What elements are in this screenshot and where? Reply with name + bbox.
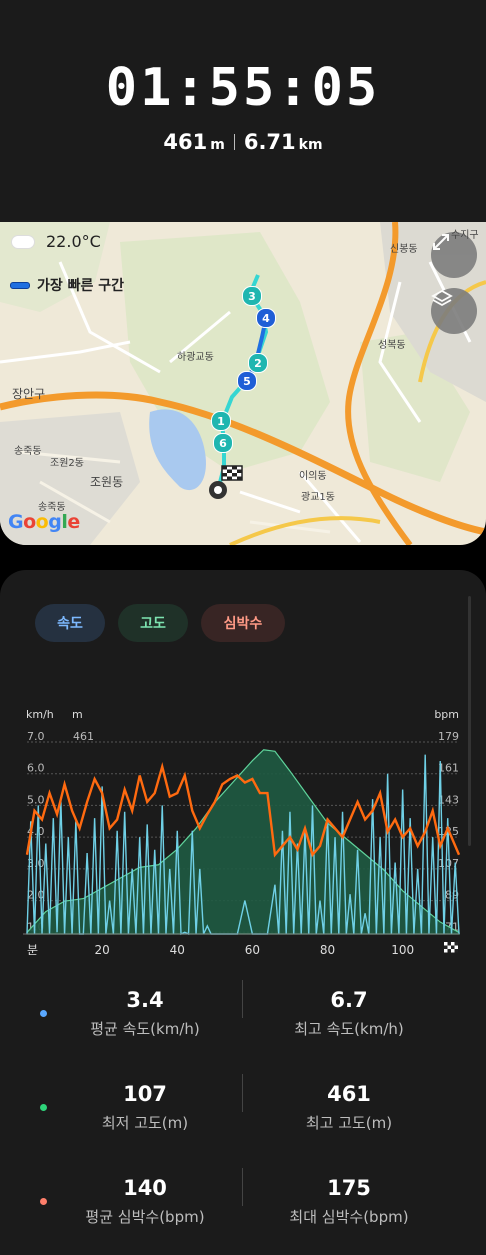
duration-display: 01:55:05 bbox=[105, 58, 381, 118]
map-layers-button[interactable] bbox=[431, 288, 477, 334]
route-marker-1[interactable]: 1 bbox=[211, 411, 231, 431]
x-tick-label: 100 bbox=[391, 943, 414, 957]
google-logo: Google bbox=[8, 511, 80, 533]
map-label: 신봉동 bbox=[390, 244, 418, 255]
divider bbox=[233, 134, 235, 150]
route-marker-4[interactable]: 4 bbox=[256, 308, 276, 328]
left-units-label: km/h bbox=[26, 708, 54, 721]
checkered-flag-icon bbox=[444, 942, 458, 953]
map-label: 이의동 bbox=[299, 471, 327, 482]
stat-value: 175 bbox=[327, 1176, 371, 1200]
map-label: 송죽동 bbox=[14, 446, 42, 457]
x-axis-title: 분 bbox=[27, 943, 38, 957]
stat-value: 461 bbox=[327, 1082, 371, 1106]
distance-unit: km bbox=[298, 137, 323, 153]
route-marker-2[interactable]: 2 bbox=[248, 353, 268, 373]
route-marker-5[interactable]: 5 bbox=[237, 371, 257, 391]
fastest-segment-legend: 가장 빠른 구간 bbox=[10, 275, 124, 295]
route-line-icon bbox=[10, 281, 30, 289]
map-label: 수지구 bbox=[451, 230, 479, 241]
right-units-label: bpm bbox=[434, 708, 459, 721]
elevation-axis-label: 461 bbox=[73, 730, 94, 743]
cloud-icon bbox=[12, 235, 34, 248]
stat-item: 6.7 최고 속도(km/h) bbox=[229, 988, 469, 1039]
series-dot bbox=[40, 1010, 47, 1017]
weather-info: 22.0°C bbox=[12, 232, 101, 251]
x-tick-label: 20 bbox=[94, 943, 109, 957]
temperature: 22.0°C bbox=[46, 232, 101, 251]
workout-chart[interactable]: km/h m bpm7.0 1796.0 1615.0 1434.0 1253.0 1072.… bbox=[0, 705, 486, 965]
speed-axis-label: 7.0 bbox=[27, 730, 45, 743]
speed-axis-label: 6.0 bbox=[27, 762, 45, 775]
distance-value: 6.71 bbox=[243, 130, 296, 154]
tab-heart-rate[interactable]: 심박수 bbox=[201, 604, 285, 642]
tab-elevation[interactable]: 고도 bbox=[118, 604, 188, 642]
workout-summary-card: 01:55:05 461 m 6.71 km 22.0°C 가장 빠른 구간 신… bbox=[0, 0, 486, 545]
x-tick-label: 60 bbox=[245, 943, 260, 957]
map-label: 광교1동 bbox=[301, 492, 335, 503]
tab-speed[interactable]: 속도 bbox=[35, 604, 105, 642]
stat-item: 175 최대 심박수(bpm) bbox=[229, 1176, 469, 1227]
route-marker-3[interactable]: 3 bbox=[242, 286, 262, 306]
x-tick-label: 80 bbox=[320, 943, 335, 957]
elevation-value: 461 bbox=[163, 130, 208, 154]
speed-axis-label: 5.0 bbox=[27, 793, 45, 806]
map-label: 성복동 bbox=[378, 340, 406, 351]
x-tick-label: 40 bbox=[170, 943, 185, 957]
stat-item: 461 최고 고도(m) bbox=[229, 1082, 469, 1133]
map-label: 조원2동 bbox=[50, 458, 84, 469]
legend-label: 가장 빠른 구간 bbox=[37, 278, 125, 294]
route-map[interactable]: 22.0°C 가장 빠른 구간 신봉동 수지구 성복동 하광교동 장안구 송죽동… bbox=[0, 222, 486, 545]
map-label: 조원동 bbox=[90, 475, 124, 489]
chart-card: 속도 고도 심박수 km/h m bpm 7.0 179 6.0 161 5.0 143 4.0 1… bbox=[0, 570, 486, 1255]
tab-elevation-label: 고도 bbox=[140, 616, 166, 632]
series-dot bbox=[40, 1104, 47, 1111]
series-dot bbox=[40, 1198, 47, 1205]
tab-heart-rate-label: 심박수 bbox=[223, 616, 263, 632]
map-label: 장안구 bbox=[12, 387, 46, 401]
stat-label: 최대 심박수(bpm) bbox=[289, 1208, 409, 1226]
layers-icon bbox=[431, 289, 453, 307]
stat-label: 최고 속도(km/h) bbox=[294, 1020, 404, 1038]
stat-value: 6.7 bbox=[330, 988, 368, 1012]
expand-icon bbox=[433, 234, 449, 250]
tab-speed-label: 속도 bbox=[57, 616, 83, 632]
hr-axis-label: 179 bbox=[438, 730, 459, 743]
distance-row: 461 m 6.71 km bbox=[0, 130, 486, 154]
stat-label: 최고 고도(m) bbox=[305, 1114, 393, 1132]
map-label: 하광교동 bbox=[177, 352, 214, 363]
route-marker-6[interactable]: 6 bbox=[213, 433, 233, 453]
mid-units-label: m bbox=[72, 708, 83, 721]
elevation-unit: m bbox=[210, 137, 225, 153]
